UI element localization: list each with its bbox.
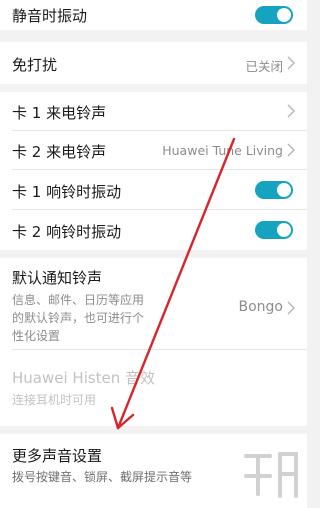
vibrate-when-silent-toggle[interactable] [255,6,293,24]
toggle-knob [277,8,291,22]
sim1-vibrate-toggle[interactable] [255,181,293,199]
sim2-vibrate-row[interactable]: 卡 2 响铃时振动 [0,210,307,250]
sim1-ringtone-label: 卡 1 来电铃声 [12,104,107,122]
do-not-disturb-row[interactable]: 免打扰 已关闭 [0,42,307,84]
sim1-vibrate-label: 卡 1 响铃时振动 [12,183,122,201]
sim2-ringtone-row[interactable]: 卡 2 来电铃声 Huawei Tune Living [0,131,307,170]
vibrate-when-silent-row[interactable]: 静音时振动 [0,0,307,30]
histen-desc: 连接耳机时可用 [12,393,97,407]
chevron-right-icon [287,301,295,315]
toggle-knob [277,223,291,237]
sim2-vibrate-toggle[interactable] [255,221,293,239]
watermark-logo-icon [244,452,298,498]
vibrate-when-silent-label: 静音时振动 [12,7,88,25]
histen-label: Huawei Histen 音效 [12,369,156,387]
default-notification-desc-line3: 性化设置 [12,329,61,343]
do-not-disturb-label: 免打扰 [12,56,58,74]
chevron-right-icon [287,56,295,70]
sim2-ringtone-label: 卡 2 来电铃声 [12,143,107,161]
default-notification-desc-line1: 信息、邮件、日历等应用 [12,293,145,307]
default-notification-value: Bongo [238,299,284,315]
default-notification-label: 默认通知铃声 [12,269,103,287]
chevron-right-icon [287,143,295,157]
chevron-right-icon [287,104,295,118]
more-sound-settings-label: 更多声音设置 [12,447,103,465]
sim1-vibrate-row[interactable]: 卡 1 响铃时振动 [0,170,307,210]
default-notification-row[interactable]: 默认通知铃声 信息、邮件、日历等应用 的默认铃声，也可进行个 性化设置 Bong… [0,258,307,350]
sim2-vibrate-label: 卡 2 响铃时振动 [12,223,122,241]
do-not-disturb-value: 已关闭 [245,59,283,74]
more-sound-settings-desc: 拨号按键音、锁屏、截屏提示音等 [12,470,193,484]
histen-row: Huawei Histen 音效 连接耳机时可用 [0,350,307,426]
default-notification-desc-line2: 的默认铃声，也可进行个 [12,311,145,325]
sim1-ringtone-row[interactable]: 卡 1 来电铃声 [0,92,307,131]
sim2-ringtone-value: Huawei Tune Living [162,143,283,158]
toggle-knob [277,183,291,197]
